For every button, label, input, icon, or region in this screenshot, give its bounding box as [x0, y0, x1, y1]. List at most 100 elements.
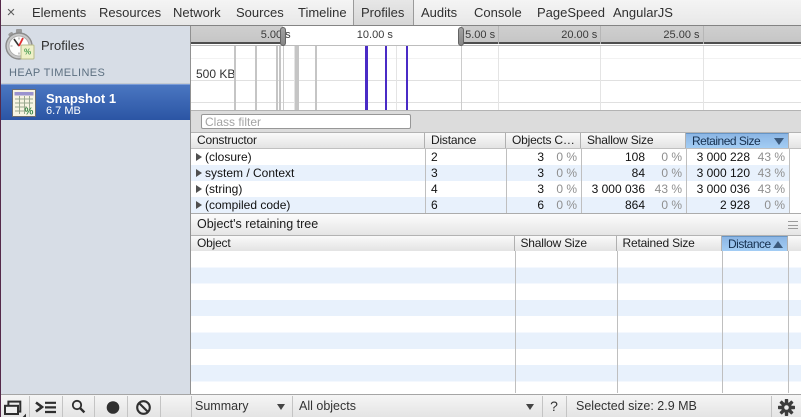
profiles-launcher-label: Profiles: [41, 38, 84, 53]
allocation-bar-live: [365, 46, 368, 110]
all-objects-dropdown[interactable]: All objects: [292, 395, 542, 417]
expand-arrow-icon[interactable]: [196, 169, 202, 177]
chart-y-axis-label: 500 KB: [196, 67, 235, 81]
devtools-window: × ElementsResourcesNetworkSourcesTimelin…: [0, 0, 801, 417]
svg-text:%: %: [24, 48, 31, 57]
statusbar-separator: [29, 396, 30, 417]
column-divider: [506, 149, 507, 213]
all-objects-dropdown-label: All objects: [299, 395, 356, 417]
statusbar-separator: [94, 396, 95, 417]
constructors-grid-rows: (closure)230 %1080 %3 000 22843 %system …: [191, 149, 801, 213]
retained-size-percent: 43 %: [695, 181, 785, 197]
sort-descending-icon: [774, 138, 784, 145]
settings-gear-icon[interactable]: [778, 399, 795, 417]
inspect-heap-icon[interactable]: [71, 399, 86, 417]
column-header-object[interactable]: Object: [191, 236, 515, 251]
column-header-distance[interactable]: Distance: [722, 236, 788, 251]
selection-left-handle[interactable]: [280, 27, 286, 46]
clear-profiles-icon[interactable]: [136, 400, 151, 417]
constructor-name: (string): [205, 181, 242, 197]
overview-time-ruler[interactable]: 5.00 s10.00 s5.00 s20.00 s25.00 s: [191, 26, 801, 46]
class-filter-input[interactable]: [201, 114, 411, 129]
allocation-bar-live: [406, 46, 409, 110]
column-header-retained-size[interactable]: Retained Size: [686, 133, 789, 148]
class-filter-bar: [191, 110, 801, 132]
constructor-row[interactable]: (compiled code)660 %8640 %2 9280 %: [191, 197, 789, 213]
column-divider: [515, 251, 516, 393]
profiles-stopwatch-icon: %: [4, 28, 36, 60]
allocation-bar-freed: [295, 46, 297, 110]
tab-timeline[interactable]: Timeline: [291, 0, 353, 25]
allocation-bar-freed: [276, 46, 278, 110]
column-header-distance[interactable]: Distance: [425, 133, 506, 148]
svg-text:%: %: [25, 107, 34, 118]
help-button[interactable]: ?: [546, 395, 562, 417]
tab-pagespeed[interactable]: PageSpeed: [530, 0, 606, 25]
tab-angularjs[interactable]: AngularJS: [606, 0, 680, 25]
statusbar-separator: [160, 396, 161, 417]
tab-elements[interactable]: Elements: [25, 0, 92, 25]
distance-value: 4: [431, 181, 438, 197]
sidebar-item-snapshot-1[interactable]: % Snapshot 1 6.7 MB: [1, 84, 190, 120]
constructor-row[interactable]: system / Context330 %840 %3 000 12043 %: [191, 165, 789, 181]
profiles-sidebar: % Profiles HEAP TIMELINES % Snapshot 1 6…: [1, 26, 190, 394]
ruler-label: 25.00 s: [630, 26, 700, 45]
heap-profile-view: 5.00 s10.00 s5.00 s20.00 s25.00 s 500 KB…: [191, 26, 801, 394]
column-header-retained-size[interactable]: Retained Size: [617, 236, 723, 251]
column-divider: [788, 251, 789, 393]
retained-size-percent: 43 %: [695, 149, 785, 165]
column-divider: [686, 149, 687, 213]
tab-network[interactable]: Network: [166, 0, 229, 25]
profiles-launcher-item[interactable]: % Profiles: [1, 26, 190, 64]
column-header-shallow-size[interactable]: Shallow Size: [581, 133, 686, 148]
chart-time-gridline: [498, 46, 499, 110]
statusbar-separator: [542, 396, 543, 417]
column-header-shallow-size[interactable]: Shallow Size: [515, 236, 617, 251]
expand-arrow-icon[interactable]: [196, 153, 202, 161]
allocation-bar-freed: [297, 46, 299, 110]
column-divider: [425, 149, 426, 213]
devtools-toolbar: × ElementsResourcesNetworkSourcesTimelin…: [0, 0, 801, 25]
column-header-objects-c-[interactable]: Objects C…: [506, 133, 581, 148]
dropdown-arrow-icon: [277, 404, 285, 410]
column-divider: [789, 149, 790, 213]
allocation-bar-live: [385, 46, 388, 110]
dock-side-icon[interactable]: [4, 399, 28, 417]
expand-arrow-icon[interactable]: [196, 185, 202, 193]
statusbar-separator: [62, 396, 63, 417]
allocation-bar-freed: [255, 46, 257, 110]
expand-arrow-icon[interactable]: [196, 201, 202, 209]
statusbar-separator: [771, 396, 772, 417]
tab-audits[interactable]: Audits: [414, 0, 467, 25]
status-bar: Summary All objects? Selected size: 2.9 MB: [0, 394, 801, 417]
constructor-row[interactable]: (closure)230 %1080 %3 000 22843 %: [191, 149, 789, 165]
ruler-divider-line: [703, 26, 704, 44]
retaining-tree-grid-rows: [191, 251, 801, 393]
allocation-overview-chart[interactable]: 500 KB: [191, 46, 801, 110]
ruler-label: 20.00 s: [527, 26, 597, 45]
selection-right-handle[interactable]: [458, 27, 464, 46]
summary-dropdown[interactable]: Summary: [191, 395, 292, 417]
selection-boundary-line: [283, 46, 284, 110]
snapshot-title: Snapshot 1: [46, 91, 116, 106]
close-devtools-button[interactable]: ×: [3, 0, 19, 25]
constructor-row[interactable]: (string)430 %3 000 03643 %3 000 03643 %: [191, 181, 789, 197]
drag-grip-icon[interactable]: [788, 221, 798, 229]
tab-console[interactable]: Console: [467, 0, 530, 25]
summary-dropdown-label: Summary: [195, 395, 248, 417]
chart-time-gridline: [396, 46, 397, 110]
heap-timelines-section-label: HEAP TIMELINES: [9, 67, 187, 79]
tab-profiles[interactable]: Profiles: [353, 0, 414, 25]
record-heap-icon[interactable]: [106, 401, 120, 417]
tab-sources[interactable]: Sources: [229, 0, 291, 25]
show-console-icon[interactable]: [35, 401, 58, 417]
statusbar-separator: [127, 396, 128, 417]
window-left-edge: [0, 0, 1, 417]
tab-resources[interactable]: Resources: [92, 0, 166, 25]
column-divider: [581, 149, 582, 213]
selected-size-label: Selected size: 2.9 MB: [576, 395, 697, 417]
allocation-bar-freed: [315, 46, 317, 110]
retaining-tree-grid-header: ObjectShallow SizeRetained SizeDistance: [191, 235, 801, 252]
column-header-constructor[interactable]: Constructor: [191, 133, 425, 148]
chart-time-gridline: [703, 46, 704, 110]
